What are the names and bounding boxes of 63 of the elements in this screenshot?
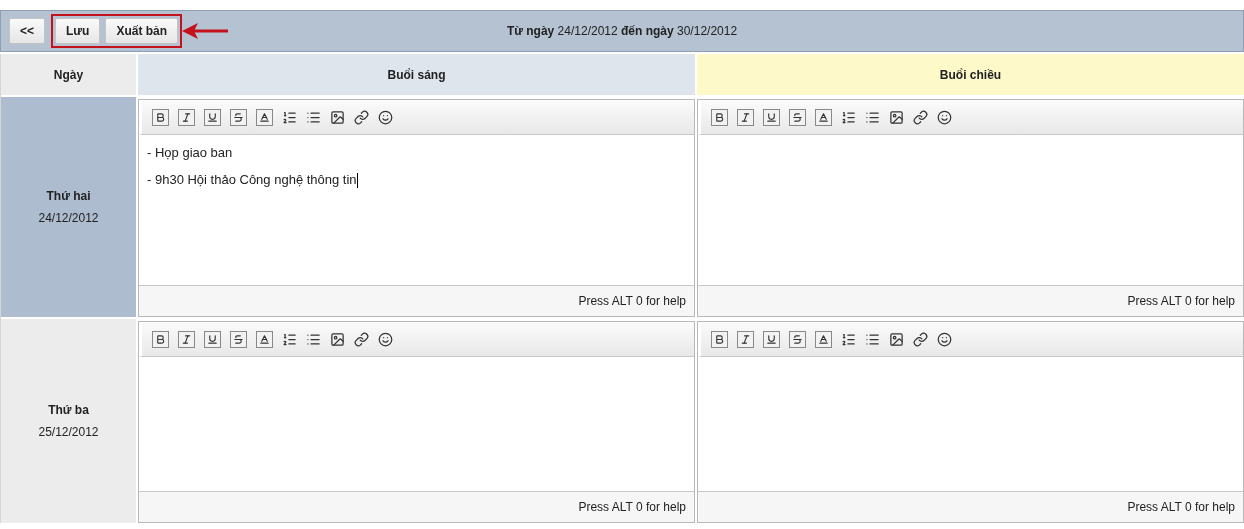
image-icon[interactable] xyxy=(330,331,345,347)
italic-icon[interactable] xyxy=(737,330,754,348)
bullet-list-icon[interactable] xyxy=(306,331,321,347)
bullet-list-icon[interactable] xyxy=(865,109,880,125)
column-header: Buổi sáng xyxy=(138,54,695,95)
numbered-list-icon[interactable] xyxy=(841,331,856,347)
bold-icon[interactable] xyxy=(711,108,728,126)
link-icon[interactable] xyxy=(354,331,369,347)
link-icon[interactable] xyxy=(354,109,369,125)
toolbar-button[interactable]: Lưu xyxy=(55,18,101,44)
help-text: Press ALT 0 for help xyxy=(578,500,686,514)
strikethrough-icon[interactable] xyxy=(789,330,806,348)
column-header: Buổi chiều xyxy=(697,54,1244,95)
bullet-list-icon[interactable] xyxy=(306,109,321,125)
smiley-icon[interactable] xyxy=(378,109,393,125)
numbered-list-icon[interactable] xyxy=(841,109,856,125)
help-text: Press ALT 0 for help xyxy=(1127,294,1235,308)
underline-icon[interactable] xyxy=(763,108,780,126)
underline-icon[interactable] xyxy=(763,330,780,348)
bold-icon[interactable] xyxy=(152,108,169,126)
day-date: 24/12/2012 xyxy=(38,211,99,225)
bold-icon[interactable] xyxy=(711,330,728,348)
italic-icon[interactable] xyxy=(178,330,195,348)
help-text: Press ALT 0 for help xyxy=(578,294,686,308)
font-color-icon[interactable] xyxy=(815,108,832,126)
text-line: - Họp giao ban xyxy=(147,145,233,160)
font-color-icon[interactable] xyxy=(815,330,832,348)
font-color-icon[interactable] xyxy=(256,330,273,348)
strikethrough-icon[interactable] xyxy=(230,330,247,348)
text-line: - 9h30 Hội thảo Công nghệ thông tin xyxy=(147,172,357,187)
toolbar-button[interactable]: Xuất bản xyxy=(105,18,179,44)
day-cell[interactable]: Thứ hai 24/12/2012 xyxy=(1,97,136,317)
smiley-icon[interactable] xyxy=(378,331,393,347)
day-name: Thứ ba xyxy=(48,403,89,417)
image-icon[interactable] xyxy=(889,331,904,347)
date-range-text: Từ ngày 24/12/2012 đến ngày 30/12/2012 xyxy=(506,24,738,38)
numbered-list-icon[interactable] xyxy=(282,331,297,347)
day-cell[interactable]: Thứ ba 25/12/2012 xyxy=(1,319,136,523)
image-icon[interactable] xyxy=(889,109,904,125)
link-icon[interactable] xyxy=(913,109,928,125)
italic-icon[interactable] xyxy=(178,108,195,126)
underline-icon[interactable] xyxy=(204,108,221,126)
image-icon[interactable] xyxy=(330,109,345,125)
bullet-list-icon[interactable] xyxy=(865,331,880,347)
strikethrough-icon[interactable] xyxy=(230,108,247,126)
column-header: Ngày xyxy=(1,54,136,95)
link-icon[interactable] xyxy=(913,331,928,347)
help-text: Press ALT 0 for help xyxy=(1127,500,1235,514)
strikethrough-icon[interactable] xyxy=(789,108,806,126)
bold-icon[interactable] xyxy=(152,330,169,348)
underline-icon[interactable] xyxy=(204,330,221,348)
day-name: Thứ hai xyxy=(46,189,91,203)
italic-icon[interactable] xyxy=(737,108,754,126)
text-editor[interactable]: Press ALT 0 for help xyxy=(697,99,1244,317)
text-editor[interactable]: Press ALT 0 for help xyxy=(138,321,695,523)
text-editor[interactable]: Press ALT 0 for help xyxy=(697,321,1244,523)
font-color-icon[interactable] xyxy=(256,108,273,126)
smiley-icon[interactable] xyxy=(937,331,952,347)
day-date: 25/12/2012 xyxy=(38,425,99,439)
back-button[interactable]: << xyxy=(9,18,45,44)
numbered-list-icon[interactable] xyxy=(282,109,297,125)
text-editor[interactable]: - Họp giao ban - 9h30 Hội thảo Công nghệ thông tin Press ALT 0 for help xyxy=(138,99,695,317)
smiley-icon[interactable] xyxy=(937,109,952,125)
